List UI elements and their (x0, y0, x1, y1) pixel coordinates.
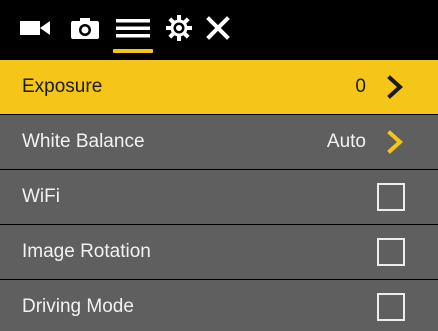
video-camera-icon[interactable] (20, 16, 52, 40)
image-rotation-checkbox[interactable] (377, 238, 405, 266)
settings-screen: Exposure 0 White Balance Auto WiFi Image… (0, 0, 438, 331)
menu-item-label: WiFi (22, 186, 60, 207)
menu-item-label: Exposure (22, 76, 103, 97)
menu-item-label: Driving Mode (22, 296, 134, 317)
settings-gear-icon[interactable] (166, 15, 192, 41)
menu-item-driving-mode[interactable]: Driving Mode (0, 280, 438, 331)
menu-item-value: Auto (326, 131, 366, 152)
menu-item-label: Image Rotation (22, 241, 151, 262)
chevron-right-icon[interactable] (386, 75, 404, 99)
driving-mode-checkbox[interactable] (377, 293, 405, 321)
menu-list-icon[interactable] (116, 16, 150, 40)
close-icon[interactable] (206, 16, 230, 40)
menu-item-white-balance[interactable]: White Balance Auto (0, 115, 438, 169)
menu-item-exposure[interactable]: Exposure 0 (0, 60, 438, 114)
menu-item-label: White Balance (22, 131, 145, 152)
active-tab-indicator (113, 49, 153, 53)
photo-camera-icon[interactable] (70, 16, 100, 40)
wifi-checkbox[interactable] (377, 183, 405, 211)
menu-item-value: 0 (355, 76, 366, 97)
top-toolbar (0, 0, 438, 56)
settings-menu-list: Exposure 0 White Balance Auto WiFi Image… (0, 60, 438, 331)
menu-item-image-rotation[interactable]: Image Rotation (0, 225, 438, 279)
chevron-right-icon[interactable] (386, 130, 404, 154)
menu-item-wifi[interactable]: WiFi (0, 170, 438, 224)
